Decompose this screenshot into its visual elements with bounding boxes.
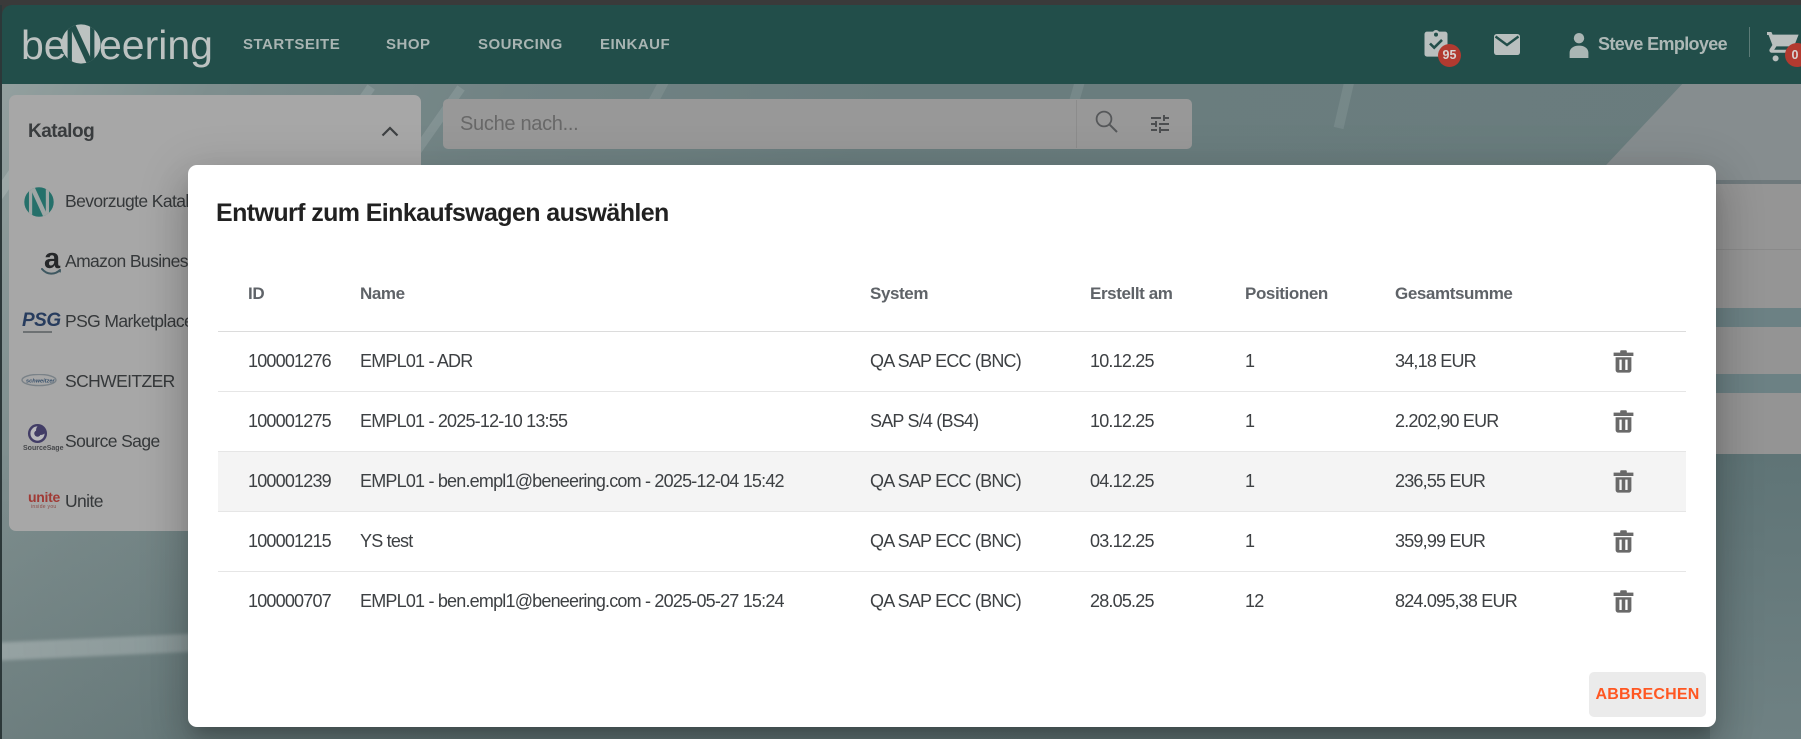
svg-text:schweitzer: schweitzer [26, 379, 55, 385]
